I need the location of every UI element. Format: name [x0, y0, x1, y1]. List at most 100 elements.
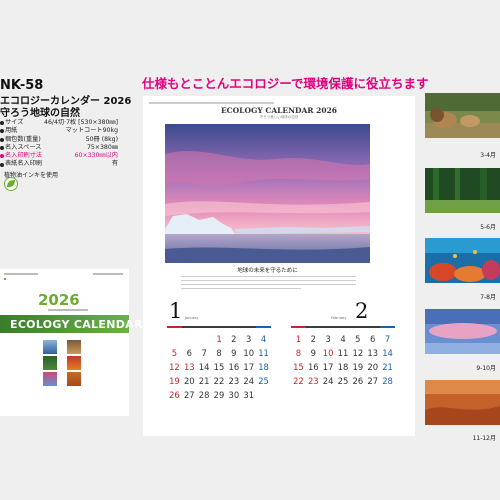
cover-top-text-right — [93, 273, 123, 275]
day-cell: 31 — [243, 390, 255, 400]
day-cell: 8 — [295, 348, 302, 358]
cover-thumbnail: 2026 ECOLOGY CALENDAR — [0, 269, 142, 416]
day-cell: 7 — [201, 348, 207, 358]
day-grid: 1 2 3 4 5 6 7 8 9 10 11 12 13 14 15 16 1… — [167, 333, 271, 401]
cover-year: 2026 — [38, 291, 80, 309]
spec-label: 梱包数(重量) — [5, 135, 41, 143]
month-number: 2 — [355, 299, 369, 323]
day-cell: 19 — [169, 376, 180, 386]
thumbnail-sky-photo — [425, 309, 500, 354]
day-cell: 30 — [228, 390, 240, 400]
day-cell: 10 — [243, 348, 255, 358]
day-cell: 11 — [258, 348, 269, 358]
text-line — [181, 280, 356, 281]
day-cell: 17 — [243, 362, 255, 372]
thumbnail-label: 3-4月 — [480, 152, 496, 159]
text-line — [181, 288, 301, 289]
spec-value: 75×380㎜ — [86, 143, 118, 151]
spec-row-packing: 梱包数(重量) 50冊 (8kg) — [0, 136, 118, 144]
day-cell: 15 — [213, 362, 225, 372]
day-cell: 13 — [367, 348, 379, 358]
day-cell: 5 — [355, 334, 361, 344]
spec-row-cover-print: 表紙名入印刷 有 — [0, 160, 118, 168]
spec-label: 用紙 — [5, 127, 18, 135]
thumbnail-lions-photo — [425, 93, 500, 138]
thumbnail-label: 7-8月 — [480, 294, 496, 301]
day-cell: 2 — [231, 334, 237, 344]
day-cell: 27 — [367, 376, 379, 386]
day-cell: 9 — [310, 348, 316, 358]
day-cell: 26 — [352, 376, 364, 386]
day-cell: 1 — [295, 334, 302, 344]
day-cell: 21 — [382, 362, 393, 372]
cover-top-text — [4, 273, 38, 275]
cover-subtitle-line — [48, 309, 88, 311]
spec-label: 名入スペース — [5, 143, 42, 151]
day-cell: 19 — [352, 362, 364, 372]
text-line — [181, 276, 356, 277]
day-cell: 28 — [382, 376, 393, 386]
bullet-icon — [0, 154, 4, 159]
weekday-bar — [291, 326, 396, 328]
day-cell: 28 — [198, 390, 210, 400]
day-cell: 20 — [183, 376, 195, 386]
spec-value: マットコート90kg — [65, 127, 118, 135]
day-cell: 3 — [246, 334, 252, 344]
bullet-icon — [0, 146, 4, 151]
bullet-icon — [0, 162, 4, 167]
arctic-sunset-photo — [165, 124, 370, 263]
day-cell: 6 — [370, 334, 376, 344]
day-cell: 17 — [322, 362, 334, 372]
day-cell: 9 — [231, 348, 237, 358]
text-line — [181, 284, 356, 285]
cover-photo-4 — [67, 356, 81, 370]
day-cell: 4 — [260, 334, 267, 344]
weekday-bar — [167, 326, 272, 328]
day-cell — [197, 333, 212, 345]
day-cell — [167, 333, 182, 345]
spec-list: サイズ 46/4切·7枚 [530×380㎜] 用紙 マットコート90kg 梱包… — [0, 119, 118, 169]
day-cell: 1 — [216, 334, 222, 344]
day-cell: 5 — [171, 348, 178, 358]
day-cell: 21 — [198, 376, 210, 386]
day-cell: 20 — [367, 362, 379, 372]
spec-value: 46/4切·7枚 [530×380㎜] — [44, 119, 118, 126]
day-grid: 1 2 3 4 5 6 7 8 9 10 11 12 13 14 15 16 1… — [291, 333, 395, 387]
spec-row-name-space: 名入スペース 75×380㎜ — [0, 144, 118, 152]
thumbnail-label: 9-10月 — [476, 365, 496, 372]
headline: 仕様もとことんエコロジーで環境保護に役立ちます — [142, 76, 429, 91]
day-cell: 22 — [293, 376, 304, 386]
month-number: 1 — [169, 299, 183, 323]
day-cell: 14 — [198, 362, 210, 372]
day-cell: 12 — [352, 348, 364, 358]
day-cell: 22 — [213, 376, 225, 386]
cover-eco-icon — [4, 278, 6, 280]
thumbnail-label: 5-6月 — [480, 224, 496, 231]
bullet-icon — [0, 137, 4, 142]
month-name: January — [185, 316, 199, 320]
calendar-title: ECOLOGY CALENDAR 2026 — [220, 106, 338, 115]
product-code: NK-58 — [0, 78, 44, 93]
day-cell: 11 — [337, 348, 349, 358]
day-cell: 16 — [307, 362, 319, 372]
spec-value: 50冊 (8kg) — [85, 135, 118, 143]
day-cell: 15 — [293, 362, 304, 372]
spec-row-paper: 用紙 マットコート90kg — [0, 127, 118, 135]
day-cell: 4 — [340, 334, 346, 344]
bullet-icon — [0, 121, 4, 126]
calendar-page: ECOLOGY CALENDAR 2026 守ろう美しい地球の自然 地球の未来を… — [143, 96, 415, 436]
photo-caption: 地球の未来を守るために — [237, 268, 298, 274]
month-name: February — [331, 316, 347, 320]
day-cell: 14 — [382, 348, 393, 358]
day-cell: 24 — [243, 376, 255, 386]
day-cell: 6 — [186, 348, 192, 358]
day-cell: 23 — [307, 376, 319, 386]
spec-value: 有 — [111, 160, 118, 168]
cover-photo-1 — [43, 340, 57, 354]
day-cell: 10 — [322, 348, 334, 358]
cover-photo-3 — [43, 356, 57, 370]
day-cell: 23 — [228, 376, 240, 386]
day-cell: 26 — [169, 390, 180, 400]
day-cell: 27 — [183, 390, 195, 400]
eco-leaf-icon — [4, 177, 18, 191]
